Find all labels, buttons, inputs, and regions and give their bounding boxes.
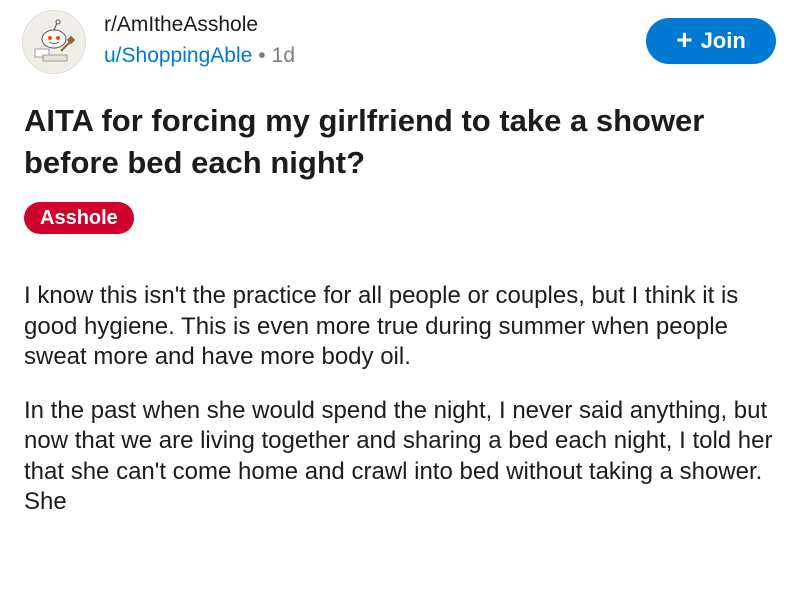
subreddit-name[interactable]: r/AmItheAsshole [104,12,295,38]
post-header: r/AmItheAsshole u/ShoppingAble • 1d + Join [22,10,782,80]
post-body: I know this isn't the practice for all p… [24,281,784,541]
body-paragraph: I know this isn't the practice for all p… [24,282,739,370]
author-username[interactable]: u/ShoppingAble [104,44,252,67]
plus-icon: + [676,23,693,55]
post-age: 1d [271,44,296,67]
join-button[interactable]: + Join [646,18,776,64]
post-title[interactable]: AITA for forcing my girlfriend to take a… [24,100,764,184]
join-label: Join [700,28,746,53]
separator-dot: • [258,44,266,67]
post-meta: r/AmItheAsshole u/ShoppingAble • 1d [104,12,295,70]
byline: u/ShoppingAble • 1d [104,42,295,70]
post-flair[interactable]: Asshole [24,202,134,234]
body-paragraph: In the past when she would spend the nig… [24,396,773,516]
subreddit-avatar[interactable] [22,10,86,74]
snoo-judge-icon [34,19,76,62]
